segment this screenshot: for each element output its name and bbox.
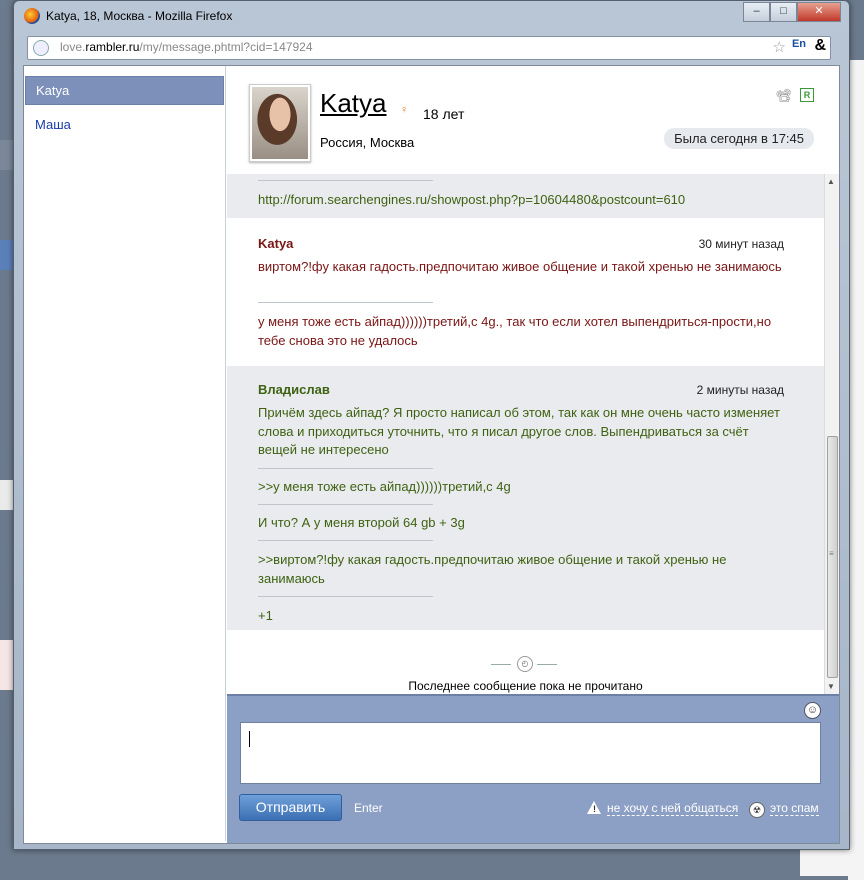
minimize-button[interactable]: – — [743, 2, 770, 22]
conversation-panel: Katya ♀ 18 лет Россия, Москва 📽 R Была с… — [227, 66, 839, 843]
firefox-window: Katya, 18, Москва - Mozilla Firefox – □ … — [13, 0, 850, 850]
message-text: виртом?!фу какая гадость.предпочитаю жив… — [258, 259, 782, 274]
message-time: 2 минуты назад — [696, 383, 784, 397]
url-text[interactable]: love.rambler.ru/my/message.phtml?cid=147… — [60, 40, 313, 54]
smiley-icon[interactable]: ☺ — [804, 702, 821, 719]
camera-icon[interactable]: 📽 — [775, 88, 792, 104]
message-text: >>у меня тоже есть айпад))))))третий,с 4… — [258, 479, 511, 494]
message-sender[interactable]: Владислав — [258, 382, 330, 397]
message-scrollbar[interactable]: ▲ ≡ ▼ — [824, 174, 839, 694]
message-separator — [258, 180, 433, 181]
message-composer: ☺ Отправить Enter ! не хочу с ней общать… — [227, 694, 839, 843]
popup-content: Katya Маша Katya ♀ 18 лет Россия, Москва… — [23, 65, 840, 844]
message-separator — [258, 596, 433, 597]
rating-badge-icon[interactable]: R — [800, 88, 814, 102]
sidebar-item-katya[interactable]: Katya — [25, 76, 224, 105]
divider-line — [537, 664, 557, 665]
profile-age: 18 лет — [423, 106, 465, 122]
message-separator — [258, 302, 433, 303]
profile-header: Katya ♀ 18 лет Россия, Москва 📽 R Была с… — [227, 66, 824, 175]
message-text: >>виртом?!фу какая гадость.предпочитаю ж… — [258, 552, 727, 586]
message-block: Владислав 2 минуты назад Причём здесь ай… — [227, 366, 824, 630]
last-seen-badge: Была сегодня в 17:45 — [664, 128, 814, 149]
profile-location: Россия, Москва — [320, 135, 415, 150]
message-separator — [258, 540, 433, 541]
site-identity-icon[interactable] — [33, 40, 49, 56]
sidebar-item-masha[interactable]: Маша — [25, 111, 224, 138]
scroll-up-arrow-icon[interactable]: ▲ — [827, 177, 835, 186]
maximize-button[interactable]: □ — [770, 2, 797, 22]
scroll-down-arrow-icon[interactable]: ▼ — [827, 682, 835, 691]
message-text: И что? А у меня второй 64 gb + 3g — [258, 515, 465, 530]
scroll-thumb[interactable]: ≡ — [827, 436, 838, 678]
message-list: http://forum.searchengines.ru/showpost.p… — [227, 174, 824, 694]
message-text: Причём здесь айпад? Я просто написал об … — [258, 405, 780, 457]
message-separator — [258, 504, 433, 505]
clock-icon: ◴ — [517, 656, 533, 672]
message-block: Katya 30 минут назад виртом?!фу какая га… — [227, 218, 824, 366]
firefox-logo-icon — [24, 8, 40, 24]
address-bar[interactable]: love.rambler.ru/my/message.phtml?cid=147… — [27, 36, 831, 60]
title-bar: Katya, 18, Москва - Mozilla Firefox – □ … — [14, 1, 849, 31]
addon-icon[interactable]: & — [814, 37, 826, 55]
block-user-link[interactable]: не хочу с ней общаться — [607, 801, 739, 816]
divider-line — [491, 664, 511, 665]
close-button[interactable]: ✕ — [797, 2, 841, 22]
radiation-icon: ☢ — [749, 802, 765, 818]
language-badge[interactable]: En — [792, 38, 806, 50]
message-link[interactable]: http://forum.searchengines.ru/showpost.p… — [258, 191, 783, 210]
send-button[interactable]: Отправить — [239, 794, 342, 821]
contacts-sidebar: Katya Маша — [24, 66, 226, 841]
profile-name-link[interactable]: Katya — [320, 88, 387, 119]
message-block: http://forum.searchengines.ru/showpost.p… — [227, 174, 824, 218]
message-time: 30 минут назад — [698, 237, 784, 251]
message-sender[interactable]: Katya — [258, 236, 293, 251]
bookmark-star-icon[interactable]: ☆ — [773, 38, 786, 56]
female-icon: ♀ — [400, 104, 409, 116]
report-spam-link[interactable]: это спам — [770, 801, 819, 816]
avatar[interactable] — [249, 84, 311, 162]
message-text: +1 — [258, 608, 273, 623]
enter-hint: Enter — [354, 801, 383, 815]
window-title: Katya, 18, Москва - Mozilla Firefox — [46, 9, 233, 23]
message-input[interactable] — [240, 722, 821, 784]
message-separator — [258, 468, 433, 469]
unread-notice: Последнее сообщение пока не прочитано — [408, 679, 643, 693]
message-text: у меня тоже есть айпад))))))третий,с 4g.… — [258, 314, 772, 348]
